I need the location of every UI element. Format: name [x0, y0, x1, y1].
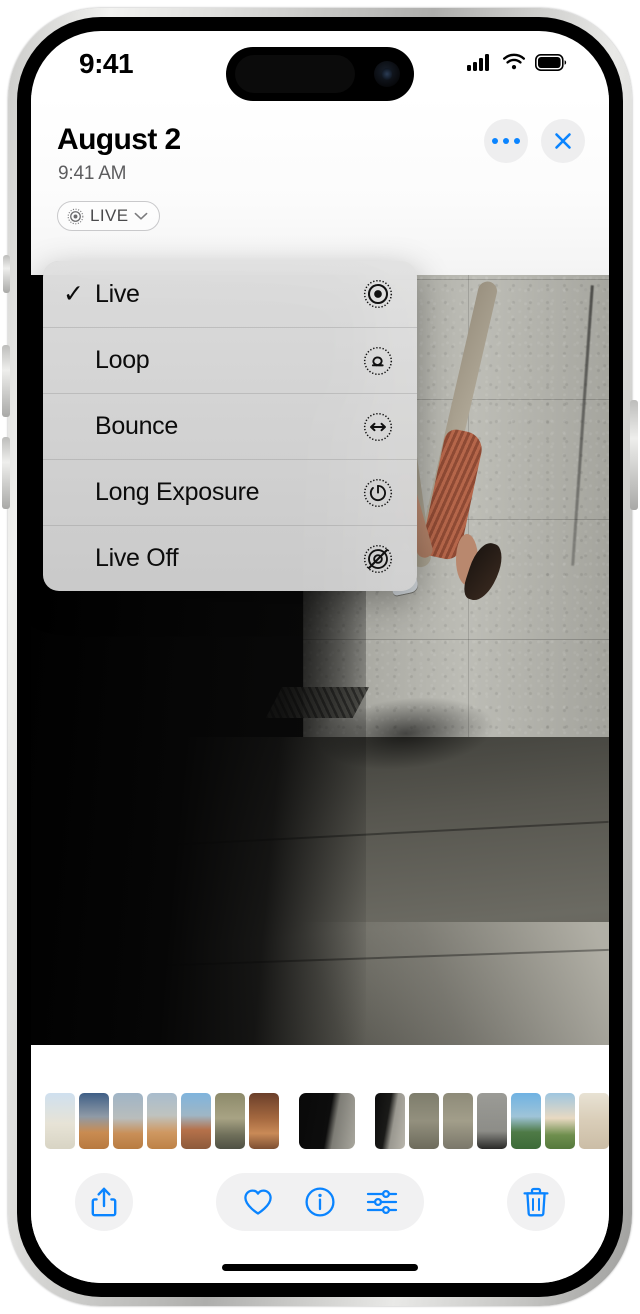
share-button[interactable]	[75, 1173, 133, 1231]
filmstrip-thumbnail[interactable]	[579, 1093, 609, 1149]
close-button[interactable]	[541, 119, 585, 163]
menu-item-bounce[interactable]: Bounce	[43, 393, 417, 459]
filmstrip-thumbnail[interactable]	[249, 1093, 279, 1149]
live-off-icon	[361, 544, 395, 574]
live-effects-menu[interactable]: ✓ Live Loop Bounce Long Exposure Live Of…	[43, 261, 417, 591]
filmstrip-thumbnail[interactable]	[299, 1093, 355, 1149]
photo-header: August 2 9:41 AM LIVE	[31, 95, 609, 275]
dynamic-island	[226, 47, 414, 101]
filmstrip-gap	[283, 1093, 295, 1149]
live-photo-badge[interactable]: LIVE	[57, 201, 161, 231]
loop-icon	[361, 346, 395, 376]
dynamic-island-pill	[235, 55, 355, 93]
menu-item-label: Live	[95, 279, 140, 308]
menu-item-label: Long Exposure	[95, 478, 260, 506]
phone-screen: 9:41 August 2 9:41 AM LIVE ✓ Live Loop B…	[31, 31, 609, 1283]
action-button[interactable]	[3, 255, 10, 293]
volume-down-button[interactable]	[2, 437, 10, 509]
photo-actions-group	[216, 1173, 424, 1231]
filmstrip-thumbnail[interactable]	[181, 1093, 211, 1149]
status-time: 9:41	[79, 48, 134, 79]
close-icon	[555, 133, 571, 149]
info-circle-icon	[305, 1187, 335, 1217]
menu-item-long-exposure[interactable]: Long Exposure	[43, 459, 417, 525]
filmstrip-thumbnail[interactable]	[79, 1093, 109, 1149]
trash-icon	[523, 1187, 549, 1217]
chevron-down-icon	[135, 212, 148, 220]
filmstrip-thumbnail[interactable]	[215, 1093, 245, 1149]
header-actions	[484, 119, 585, 163]
filmstrip-thumbnail[interactable]	[477, 1093, 507, 1149]
photo-toolbar	[31, 1169, 609, 1235]
filmstrip-thumbnail[interactable]	[511, 1093, 541, 1149]
ellipsis-icon	[492, 138, 520, 144]
battery-full-icon	[535, 53, 567, 71]
photo-timestamp: 9:41 AM	[58, 163, 127, 184]
menu-item-loop[interactable]: Loop	[43, 327, 417, 393]
menu-item-label: Loop	[95, 346, 150, 374]
page-title: August 2	[57, 123, 181, 156]
filmstrip-thumbnail[interactable]	[409, 1093, 439, 1149]
info-button[interactable]	[304, 1186, 336, 1218]
status-icons	[467, 53, 567, 71]
long-exposure-icon	[361, 478, 395, 508]
power-button[interactable]	[630, 400, 638, 510]
wifi-icon	[503, 53, 525, 70]
filmstrip-thumbnail[interactable]	[545, 1093, 575, 1149]
filmstrip-gap	[359, 1093, 371, 1149]
sliders-icon	[366, 1189, 398, 1215]
cellular-bars-icon	[467, 54, 489, 71]
volume-up-button[interactable]	[2, 345, 10, 417]
menu-item-label: Bounce	[95, 412, 178, 440]
filmstrip-thumbnail[interactable]	[113, 1093, 143, 1149]
bounce-icon	[361, 412, 395, 442]
filmstrip-thumbnail[interactable]	[45, 1093, 75, 1149]
live-photo-badge-label: LIVE	[90, 206, 129, 225]
favorite-button[interactable]	[242, 1187, 274, 1217]
menu-item-label: Live Off	[95, 544, 179, 572]
device-frame: 9:41 August 2 9:41 AM LIVE ✓ Live Loop B…	[0, 0, 640, 1314]
filmstrip-thumbnail[interactable]	[443, 1093, 473, 1149]
filmstrip-thumbnail[interactable]	[147, 1093, 177, 1149]
more-options-button[interactable]	[484, 119, 528, 163]
menu-item-live-off[interactable]: Live Off	[43, 525, 417, 591]
bottom-bar	[31, 1045, 609, 1283]
front-camera-icon	[374, 61, 400, 87]
filmstrip-thumbnail[interactable]	[375, 1093, 405, 1149]
photo-filmstrip[interactable]	[31, 1091, 609, 1151]
home-indicator	[222, 1264, 418, 1271]
heart-icon	[244, 1189, 272, 1215]
menu-item-live[interactable]: ✓ Live	[43, 261, 417, 327]
share-icon	[91, 1187, 117, 1217]
adjust-button[interactable]	[366, 1188, 398, 1216]
checkmark-icon: ✓	[63, 279, 84, 308]
delete-button[interactable]	[507, 1173, 565, 1231]
live-photo-icon	[361, 279, 395, 309]
live-photo-icon	[67, 208, 84, 224]
